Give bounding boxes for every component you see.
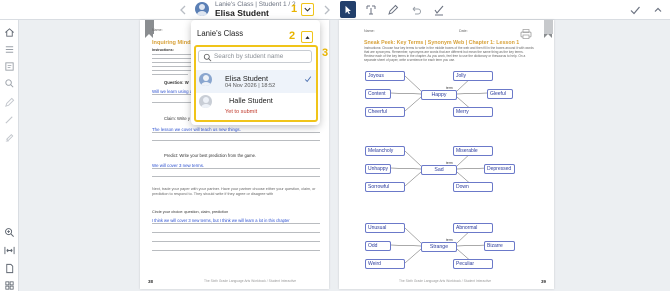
synonym-box[interactable]: Unusual [365, 223, 405, 233]
hub-term: Happy [421, 90, 457, 100]
claim-label: Claim: Write y [164, 116, 190, 121]
zoom-in-icon[interactable] [4, 225, 15, 237]
student-name: Elisa Student [225, 74, 268, 83]
hub-term: Strange [421, 242, 457, 252]
page-footer: The Sixth Grade Language Arts Workbook /… [204, 279, 297, 283]
top-toolbar: Lanie's Class | Student 1 / 2 Elisa Stud… [0, 0, 670, 20]
student-submission-status: Yet to submit [225, 109, 258, 115]
submit-check-button[interactable] [627, 2, 643, 18]
checkmark-icon [630, 6, 640, 15]
student-dropdown-toggle[interactable] [301, 3, 314, 16]
synonym-box[interactable]: Sorrowful [365, 182, 405, 192]
selected-checkmark-icon [304, 76, 312, 83]
avatar [199, 73, 212, 86]
synonym-box[interactable]: Joyous [365, 71, 405, 81]
undo-icon [412, 6, 421, 15]
prev-student-icon[interactable] [175, 2, 191, 18]
synonym-box[interactable]: Weird [365, 259, 405, 269]
page-number: 39 [540, 279, 546, 284]
synonym-box[interactable]: Down [453, 182, 493, 192]
avatar [195, 2, 209, 16]
student-list-item[interactable]: Halle Student Yet to submit [196, 93, 316, 119]
fit-width-icon[interactable] [4, 243, 15, 255]
edit-icon[interactable] [4, 95, 15, 107]
highlighter-icon[interactable] [4, 129, 15, 142]
synonym-box[interactable]: Bizarre [484, 241, 515, 251]
synonym-box[interactable]: Gleeful [487, 89, 513, 99]
step-number-2: 2 [289, 30, 296, 42]
search-icon[interactable] [4, 76, 15, 88]
review-icon[interactable] [4, 59, 15, 71]
question-label: Question: W [164, 80, 189, 85]
circle-instructions: Circle your choice: question, claim, pre… [152, 210, 229, 214]
list-icon[interactable] [4, 42, 15, 53]
search-icon [203, 53, 212, 62]
grade-icon [434, 5, 444, 16]
step-number-1: 1 [291, 3, 298, 15]
predict-label: Predict: Write your best prediction from… [164, 153, 257, 158]
collapse-toolbar-button[interactable] [650, 2, 666, 18]
instructions-label: Instructions: [152, 48, 174, 52]
workbook-page-right[interactable]: Name: Date: Sneak Peek: Key Terms | Syno… [339, 20, 554, 289]
page-icon[interactable] [4, 261, 15, 274]
pencil-icon [388, 4, 399, 15]
student-search-input[interactable]: Search by student name [198, 50, 312, 63]
synonym-box[interactable]: Abnormal [453, 223, 493, 233]
cursor-tool-button[interactable] [340, 1, 356, 18]
class-label: Lanie's Class | Student 1 / 2 [215, 1, 296, 8]
pencil-tool-button[interactable] [385, 2, 401, 18]
search-placeholder: Search by student name [214, 53, 284, 60]
synonym-box[interactable]: Odd [365, 241, 391, 251]
current-student-name: Elisa Student [215, 8, 269, 18]
collapse-list-button[interactable] [301, 31, 313, 43]
text-select-icon [366, 5, 376, 15]
panel-class-title: Lanie's Class [197, 29, 244, 38]
student-list-item[interactable]: Elisa Student 04 Nov 2026 | 18:52 [196, 70, 316, 93]
collapse-chevron-icon [654, 7, 662, 12]
text-select-tool-button[interactable] [363, 2, 379, 18]
synonym-box[interactable]: Merry [453, 107, 493, 117]
cursor-icon [345, 5, 351, 14]
page-footer: The Sixth Grade Language Arts Workbook /… [399, 279, 492, 283]
synonym-box[interactable]: Unhappy [365, 164, 391, 174]
grid-icon[interactable] [4, 278, 15, 290]
student-switcher[interactable]: Lanie's Class | Student 1 / 2 Elisa Stud… [192, 0, 296, 20]
page-number: 38 [148, 279, 154, 284]
student-name: Halle Student [229, 96, 273, 105]
synonym-box[interactable]: Miserable [453, 146, 493, 156]
student-submission-time: 04 Nov 2026 | 18:52 [225, 83, 276, 89]
avatar [199, 95, 212, 108]
grade-tool-button[interactable] [431, 2, 447, 18]
synonym-box[interactable]: Depressed [484, 164, 515, 174]
synonym-box[interactable]: Jolly [453, 71, 493, 81]
next-student-icon[interactable] [319, 2, 335, 18]
chevron-down-icon [304, 7, 311, 12]
synonym-box[interactable]: Cheerful [365, 107, 405, 117]
undo-button[interactable] [408, 2, 424, 18]
pen-icon[interactable] [4, 112, 15, 124]
name-label: Name: [152, 28, 163, 32]
synonym-box[interactable]: Content [365, 89, 391, 99]
step-number-3: 3 [322, 47, 329, 59]
home-icon[interactable] [4, 25, 15, 37]
page-heading: Inquiring Minds [152, 40, 194, 46]
left-rail [0, 20, 19, 291]
hub-term: Sad [421, 165, 457, 175]
synonym-box[interactable]: Melancholy [365, 146, 405, 156]
triangle-up-icon [304, 35, 310, 39]
synonym-box[interactable]: Peculiar [453, 259, 493, 269]
next-instructions: Next, trade your paper with your partner… [152, 187, 316, 196]
